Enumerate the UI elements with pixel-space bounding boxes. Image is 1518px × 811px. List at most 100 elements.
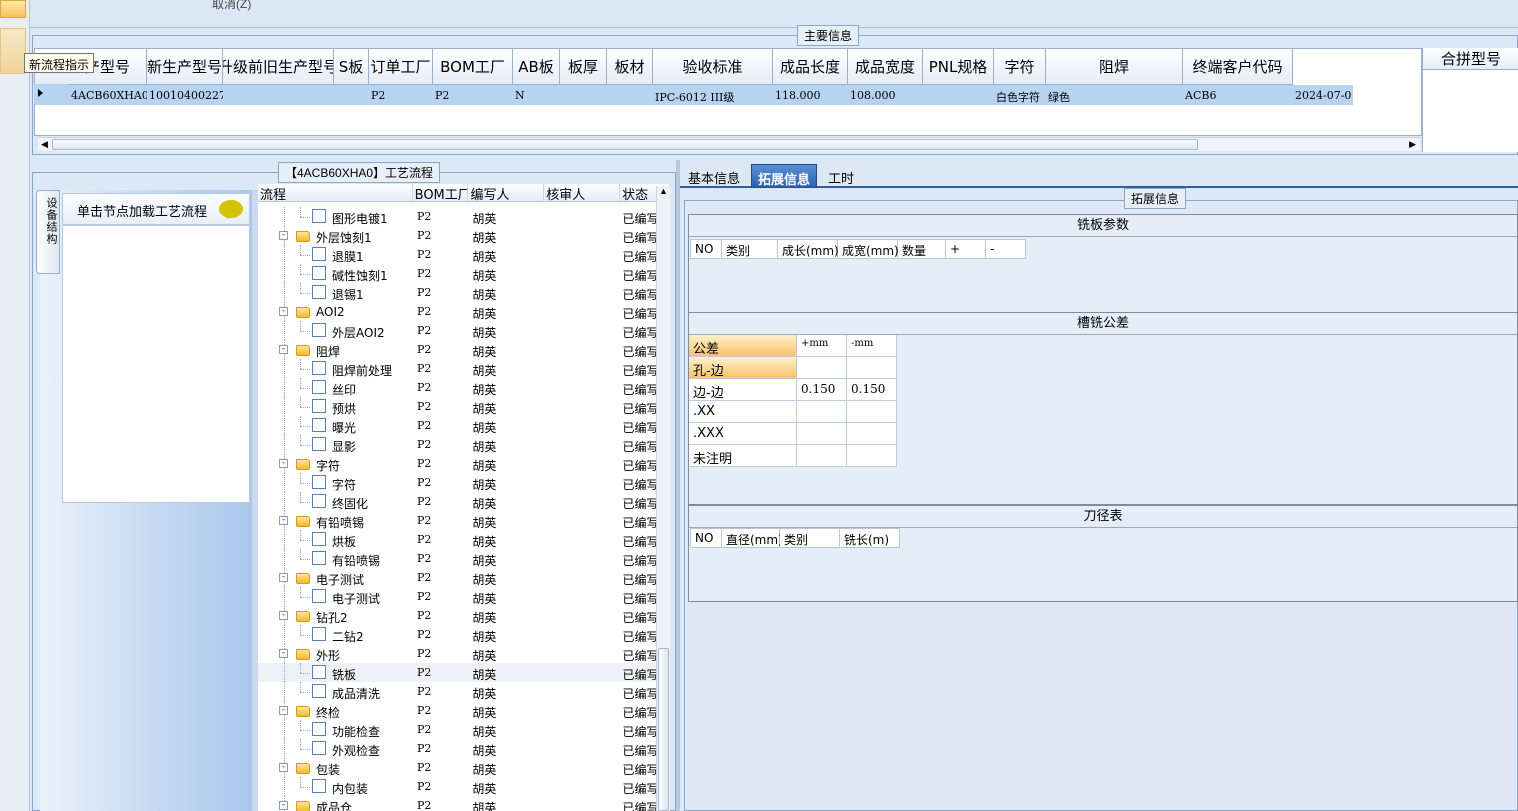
tree-row[interactable]: 图形电镀1 P2 胡英 已编写 xyxy=(258,207,656,226)
tree-row[interactable]: 外观检查 P2 胡英 已编写 xyxy=(258,739,656,758)
tree-row[interactable]: - 终检 P2 胡英 已编写 xyxy=(258,701,656,720)
column-header[interactable]: 订单工厂 xyxy=(369,49,433,85)
table-row[interactable]: 边-边 0.150 0.150 xyxy=(689,379,897,401)
column-header[interactable]: 板厚 xyxy=(560,49,607,85)
collapse-icon[interactable]: - xyxy=(279,345,288,354)
tab-extended-info[interactable]: 拓展信息 xyxy=(751,164,818,188)
table-cell[interactable] xyxy=(847,401,897,423)
table-row[interactable]: 公差 +mm -mm xyxy=(689,335,897,357)
nav-tab[interactable] xyxy=(0,28,26,74)
table-cell[interactable] xyxy=(847,445,897,467)
tree-row[interactable]: - 包装 P2 胡英 已编写 xyxy=(258,758,656,777)
tree-row[interactable]: 烘板 P2 胡英 已编写 xyxy=(258,530,656,549)
table-cell[interactable]: 未注明 xyxy=(689,445,797,467)
collapse-icon[interactable]: - xyxy=(279,611,288,620)
tree-row[interactable]: 预烘 P2 胡英 已编写 xyxy=(258,397,656,416)
collapse-icon[interactable]: - xyxy=(279,573,288,582)
collapse-icon[interactable]: - xyxy=(279,706,288,715)
column-header[interactable]: 编写人 xyxy=(468,184,545,201)
table-cell[interactable]: 边-边 xyxy=(689,379,797,401)
tree-row[interactable]: - 阻焊 P2 胡英 已编写 xyxy=(258,340,656,359)
nav-tab-active[interactable] xyxy=(0,0,26,18)
flow-tree[interactable]: 图形电镀1 P2 胡英 已编写 - 外层蚀刻1 P2 胡英 已编写 退膜1 P2 胡英 已编写 碱性蚀刻1… xyxy=(258,202,656,811)
table-cell[interactable] xyxy=(797,445,847,467)
table-cell[interactable] xyxy=(847,423,897,445)
collapse-icon[interactable]: - xyxy=(279,649,288,658)
tab-work-hours[interactable]: 工时 xyxy=(822,164,860,188)
column-header[interactable]: 流程 xyxy=(258,184,413,201)
column-header[interactable]: S板 xyxy=(334,49,369,85)
tree-row[interactable]: - 成品仓 P2 胡英 已编写 xyxy=(258,796,656,811)
tab-basic-info[interactable]: 基本信息 xyxy=(682,164,746,188)
table-row[interactable]: .XXX xyxy=(689,423,897,445)
column-header[interactable]: 升级前旧生产型号 xyxy=(223,49,334,85)
table-row[interactable]: 未注明 xyxy=(689,445,897,467)
collapse-icon[interactable]: - xyxy=(279,231,288,240)
table-row[interactable]: 孔-边 xyxy=(689,357,897,379)
splitter[interactable] xyxy=(676,160,680,811)
column-header[interactable]: BOM工厂 xyxy=(433,49,513,85)
column-header[interactable]: PNL规格 xyxy=(923,49,994,85)
collapse-icon[interactable]: - xyxy=(279,516,288,525)
tree-row[interactable]: - AOI2 P2 胡英 已编写 xyxy=(258,302,656,321)
table-cell[interactable] xyxy=(797,357,847,379)
column-header[interactable]: 成品宽度 xyxy=(848,49,923,85)
tree-row[interactable]: 退膜1 P2 胡英 已编写 xyxy=(258,245,656,264)
tree-row[interactable]: - 字符 P2 胡英 已编写 xyxy=(258,454,656,473)
equipment-structure-tab[interactable]: 设备结构 xyxy=(36,190,60,274)
table-cell[interactable]: .XX xyxy=(689,401,797,423)
column-header[interactable]: 验收标准 xyxy=(653,49,773,85)
column-header[interactable]: 核审人 xyxy=(544,184,621,201)
column-header[interactable]: 板材 xyxy=(607,49,653,85)
tree-row[interactable]: 终固化 P2 胡英 已编写 xyxy=(258,492,656,511)
tree-row[interactable]: 内包装 P2 胡英 已编写 xyxy=(258,777,656,796)
table-cell[interactable]: 0.150 xyxy=(797,379,847,401)
horizontal-scrollbar[interactable]: ◀ ▶ xyxy=(38,137,1420,151)
scroll-thumb[interactable] xyxy=(52,139,1198,150)
tree-row[interactable]: - 钻孔2 P2 胡英 已编写 xyxy=(258,606,656,625)
tree-row[interactable]: 功能检查 P2 胡英 已编写 xyxy=(258,720,656,739)
table-cell[interactable]: .XXX xyxy=(689,423,797,445)
column-header[interactable]: AB板 xyxy=(513,49,560,85)
tree-row[interactable]: - 有铅喷锡 P2 胡英 已编写 xyxy=(258,511,656,530)
tree-row[interactable]: 阻焊前处理 P2 胡英 已编写 xyxy=(258,359,656,378)
tree-row[interactable]: - 外形 P2 胡英 已编写 xyxy=(258,644,656,663)
column-header[interactable]: 字符 xyxy=(994,49,1046,85)
tree-row[interactable]: 成品清洗 P2 胡英 已编写 xyxy=(258,682,656,701)
column-header[interactable]: 成品长度 xyxy=(773,49,848,85)
tree-row[interactable]: 碱性蚀刻1 P2 胡英 已编写 xyxy=(258,264,656,283)
collapse-icon[interactable]: - xyxy=(279,801,288,810)
scroll-right-icon[interactable]: ▶ xyxy=(1409,139,1416,150)
scroll-up-icon[interactable]: ▲ xyxy=(659,186,668,196)
tree-row[interactable]: 铣板 P2 胡英 已编写 xyxy=(258,663,656,682)
vertical-scrollbar[interactable]: ▲ xyxy=(656,186,670,811)
scroll-left-icon[interactable]: ◀ xyxy=(41,139,48,150)
tree-row[interactable]: - 外层蚀刻1 P2 胡英 已编写 xyxy=(258,226,656,245)
tree-row[interactable]: 电子测试 P2 胡英 已编写 xyxy=(258,587,656,606)
table-row[interactable]: 4ACB60XHA010010400227118P2P2NIPC-6012 II… xyxy=(35,85,1353,105)
tree-row[interactable]: - 电子测试 P2 胡英 已编写 xyxy=(258,568,656,587)
tree-row[interactable]: 二钻2 P2 胡英 已编写 xyxy=(258,625,656,644)
scroll-thumb[interactable] xyxy=(658,648,669,811)
column-header[interactable]: 阻焊 xyxy=(1046,49,1183,85)
cancel-button[interactable]: 取消(Z) xyxy=(212,0,251,12)
table-cell[interactable]: 0.150 xyxy=(847,379,897,401)
table-cell[interactable]: 孔-边 xyxy=(689,357,797,379)
tree-row[interactable]: 外层AOI2 P2 胡英 已编写 xyxy=(258,321,656,340)
table-cell[interactable] xyxy=(797,401,847,423)
tree-row[interactable]: 退锡1 P2 胡英 已编写 xyxy=(258,283,656,302)
collapse-icon[interactable]: - xyxy=(279,307,288,316)
column-header[interactable]: 新生产型号 xyxy=(147,49,223,85)
collapse-icon[interactable]: - xyxy=(279,763,288,772)
column-header[interactable]: BOM工厂 xyxy=(413,184,469,201)
tree-row[interactable]: 曝光 P2 胡英 已编写 xyxy=(258,416,656,435)
table-cell[interactable] xyxy=(847,357,897,379)
tree-row[interactable]: 丝印 P2 胡英 已编写 xyxy=(258,378,656,397)
tree-row[interactable]: 有铅喷锡 P2 胡英 已编写 xyxy=(258,549,656,568)
tree-row[interactable]: 字符 P2 胡英 已编写 xyxy=(258,473,656,492)
collapse-icon[interactable]: - xyxy=(279,459,288,468)
table-row[interactable]: .XX xyxy=(689,401,897,423)
tree-row[interactable]: 显影 P2 胡英 已编写 xyxy=(258,435,656,454)
column-header[interactable]: 终端客户代码 xyxy=(1183,49,1293,85)
table-cell[interactable] xyxy=(797,423,847,445)
